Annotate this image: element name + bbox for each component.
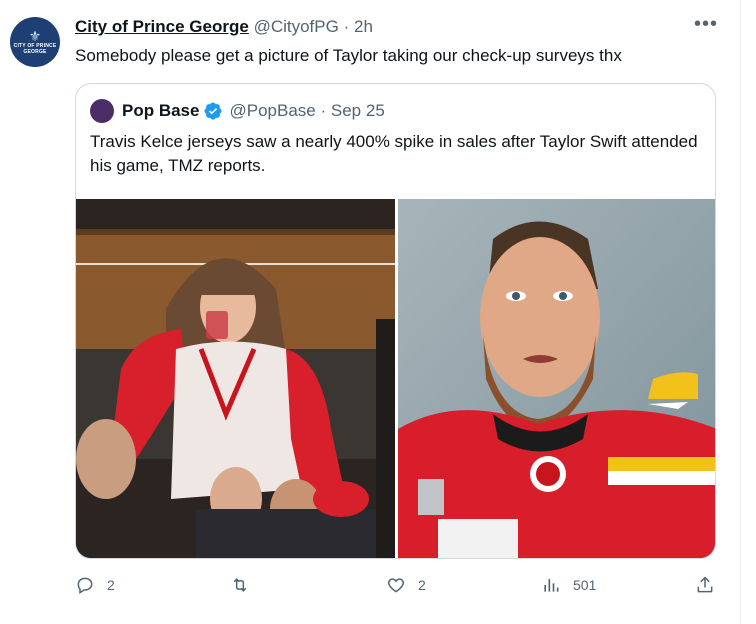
author-handle[interactable]: @CityofPG: [254, 17, 339, 36]
retweet-button[interactable]: [230, 575, 250, 595]
avatar-logo-text: CITY OF PRINCE GEORGE: [13, 43, 57, 55]
photo-taylor-swift[interactable]: [76, 199, 395, 558]
city-emblem-icon: ⚜: [28, 28, 42, 44]
quoted-tweet-header: Pop Base @PopBase · Sep 25: [90, 99, 385, 123]
views-button[interactable]: 501: [541, 575, 596, 595]
quoted-author-handle[interactable]: @PopBase: [229, 100, 315, 122]
reply-button[interactable]: 2: [75, 575, 115, 595]
quoted-author-avatar[interactable]: [90, 99, 114, 123]
views-count: 501: [573, 577, 597, 593]
reply-icon: [77, 577, 93, 594]
retweet-icon: [233, 578, 247, 592]
tweet[interactable]: ⚜ CITY OF PRINCE GEORGE City of Prince G…: [0, 0, 741, 624]
share-icon: [697, 576, 713, 593]
tweet-text: Somebody please get a picture of Taylor …: [75, 46, 622, 65]
more-icon[interactable]: •••: [694, 14, 718, 34]
share-button[interactable]: [695, 575, 715, 595]
quoted-tweet[interactable]: Pop Base @PopBase · Sep 25 Travis Kelce …: [75, 83, 716, 559]
verified-badge-icon: [204, 102, 223, 120]
quoted-tweet-date[interactable]: Sep 25: [331, 100, 385, 122]
quoted-author-name[interactable]: Pop Base: [122, 100, 199, 122]
author-name[interactable]: City of Prince George: [75, 17, 249, 36]
reply-count: 2: [107, 577, 115, 593]
tweet-actions: 2 2 501: [0, 575, 740, 601]
tweet-time[interactable]: 2h: [354, 17, 373, 36]
quoted-separator-dot: ·: [320, 101, 327, 120]
photo-travis-kelce[interactable]: [398, 199, 715, 558]
like-button[interactable]: 2: [386, 575, 426, 595]
like-count: 2: [418, 577, 426, 593]
like-icon: [387, 578, 405, 593]
tweet-header: City of Prince George @CityofPG · 2h: [75, 16, 373, 38]
quoted-tweet-text: Travis Kelce jerseys saw a nearly 400% s…: [90, 132, 698, 175]
author-avatar[interactable]: ⚜ CITY OF PRINCE GEORGE: [10, 17, 60, 67]
photo-travis-kelce-image: [398, 199, 715, 558]
separator-dot: ·: [343, 17, 350, 36]
views-icon: [544, 579, 559, 592]
photo-taylor-swift-image: [76, 199, 395, 558]
quoted-tweet-media[interactable]: [76, 199, 715, 558]
